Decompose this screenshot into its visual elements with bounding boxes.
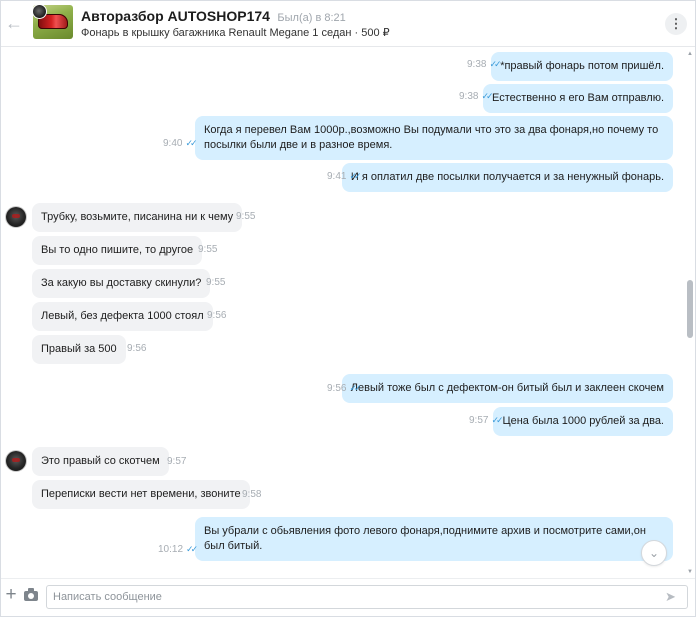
message-outgoing: Вы убрали с обьявления фото левого фонар… [195,517,673,561]
back-arrow-icon[interactable]: ← [5,14,23,32]
read-check-icon: ✓✓ [186,544,198,554]
message-time: 9:38 ✓✓ [459,91,494,102]
message-incoming: За какую вы доставку скинули? [32,269,211,298]
message-incoming: Это правый со скотчем [32,447,169,476]
read-check-icon: ✓✓ [491,415,503,425]
message-time: 9:38 ✓✓ [467,59,502,70]
listing-thumbnail[interactable] [33,5,73,39]
camera-icon[interactable] [24,588,38,601]
message-incoming: Левый, без дефекта 1000 стоял [32,302,213,331]
message-time: 9:41 ✓✓ [327,171,362,182]
read-check-icon: ✓✓ [349,383,361,393]
read-check-icon: ✓✓ [349,171,361,181]
message-outgoing: Естественно я его Вам отправлю. [482,84,673,113]
message-text: За какую вы доставку скинули? [32,269,211,298]
message-incoming: Правый за 500 [32,335,126,364]
message-time: 9:57 [167,456,187,467]
message-incoming: Трубку, возьмите, писанина ни к чему [32,203,243,232]
scroll-down-arrow-icon[interactable]: ▼ [686,568,694,576]
message-text: Цена была 1000 рублей за два. [493,407,673,436]
header-title: Авторазбор AUTOSHOP174 Был(а) в 8:21 [81,8,346,26]
message-time: 9:56 [127,343,147,354]
message-incoming: Переписки вести нет времени, звоните [32,480,250,509]
read-check-icon: ✓✓ [185,138,197,148]
scrollbar-thumb[interactable] [687,280,693,338]
message-text: Вы то одно пишите, то другое [32,236,203,265]
message-time: 9:56 [207,310,227,321]
chevron-down-icon: ⌄ [648,546,660,560]
listing-title[interactable]: Фонарь в крышку багажника Renault Megane… [81,26,390,39]
message-list: *правый фонарь потом пришёл. 9:38 ✓✓ Есте… [1,48,685,578]
seller-name[interactable]: Авторазбор AUTOSHOP174 [81,8,270,24]
message-time: 10:12 ✓✓ [158,544,198,555]
read-check-icon: ✓✓ [481,91,493,101]
chat-header: ← Авторазбор AUTOSHOP174 Был(а) в 8:21 Ф… [1,1,695,47]
message-text: Это правый со скотчем [32,447,169,476]
message-time: 9:56 ✓✓ [327,383,362,394]
message-outgoing: Когда я перевел Вам 1000р.,возможно Вы п… [195,116,673,160]
chat-window: ← Авторазбор AUTOSHOP174 Был(а) в 8:21 Ф… [0,0,696,617]
message-outgoing: Левый тоже был с дефектом-он битый был и… [341,374,673,403]
message-outgoing: *правый фонарь потом пришёл. [491,52,673,81]
message-text: Правый за 500 [32,335,126,364]
message-outgoing: И я оплатил две посылки получается и за … [341,163,673,192]
message-input-box[interactable]: ➤ [46,585,688,609]
more-vertical-icon[interactable]: ⋮ [665,13,687,35]
seller-avatar[interactable] [6,207,26,227]
plus-icon[interactable]: + [3,585,19,604]
message-text: Когда я перевел Вам 1000р.,возможно Вы п… [195,116,673,160]
message-text: И я оплатил две посылки получается и за … [341,163,673,192]
scroll-to-bottom-button[interactable]: ⌄ [641,540,667,566]
message-time: 9:58 [242,489,262,500]
message-text: Левый, без дефекта 1000 стоял [32,302,213,331]
seller-avatar[interactable] [6,451,26,471]
message-text: Трубку, возьмите, писанина ни к чему [32,203,243,232]
message-text: *правый фонарь потом пришёл. [491,52,673,81]
message-time: 9:55 [206,277,226,288]
message-text: Переписки вести нет времени, звоните [32,480,250,509]
read-check-icon: ✓✓ [489,59,501,69]
scrollbar[interactable]: ▲ ▼ [686,48,694,578]
message-time: 9:55 [198,244,218,255]
send-icon[interactable]: ➤ [665,590,679,604]
message-time: 9:57 ✓✓ [469,415,504,426]
message-composer: + ➤ [1,578,695,616]
message-incoming: Вы то одно пишите, то другое [32,236,203,265]
message-text: Вы убрали с обьявления фото левого фонар… [195,517,673,561]
message-time: 9:55 [236,211,256,222]
message-outgoing: Цена была 1000 рублей за два. [493,407,673,436]
scroll-up-arrow-icon[interactable]: ▲ [686,50,694,58]
message-text: Естественно я его Вам отправлю. [482,84,673,113]
message-time: 9:40 ✓✓ [163,138,198,149]
message-text: Левый тоже был с дефектом-он битый был и… [341,374,673,403]
message-input[interactable] [53,586,653,608]
last-seen-status: Был(а) в 8:21 [277,12,346,24]
